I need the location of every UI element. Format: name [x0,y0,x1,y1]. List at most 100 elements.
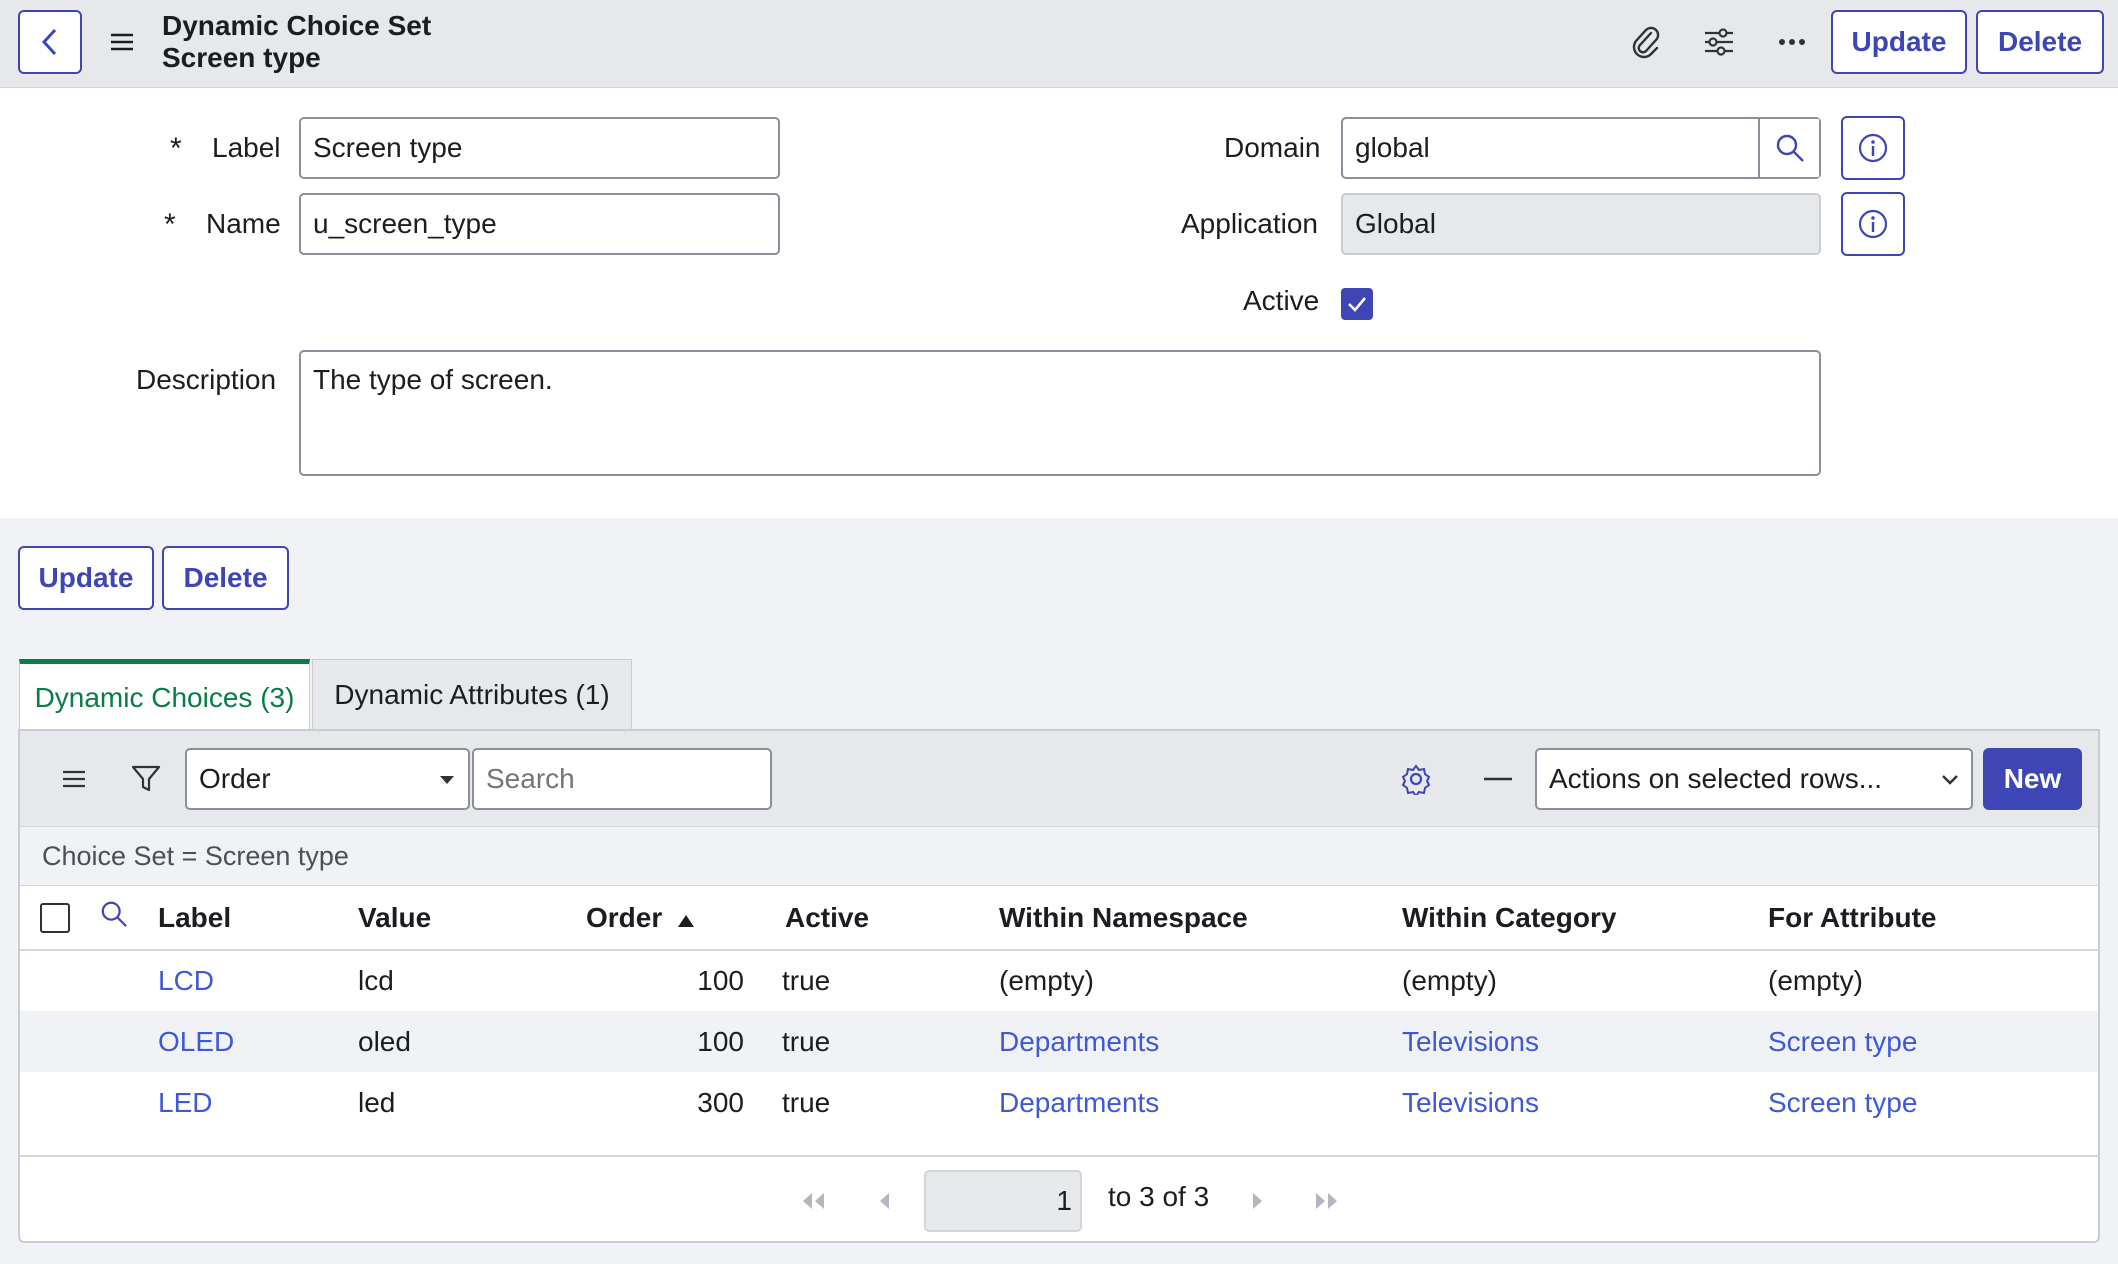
row-active: true [782,1011,999,1072]
column-header-category[interactable]: Within Category [1402,886,1768,951]
label-field-label: Label [212,132,281,163]
column-header-attribute[interactable]: For Attribute [1768,886,2098,951]
row-value: oled [358,1011,562,1072]
actions-on-selected-select[interactable]: Actions on selected rows... [1535,748,1973,810]
chevron-left-icon [41,28,57,56]
active-checkbox[interactable] [1341,288,1373,320]
list-toolbar: Order Actions on selected rows... New [20,731,2098,827]
row-value: led [358,1086,396,1118]
row-spacer-cell [70,950,158,1011]
chevron-down-icon [1942,775,1958,785]
more-options-icon[interactable] [1770,20,1814,64]
required-marker: * [170,132,182,165]
name-field-label: Name [206,208,281,239]
collapse-list-icon[interactable] [1478,759,1518,799]
search-field-select[interactable]: Order [185,748,470,810]
row-spacer-cell [70,1072,158,1133]
sort-ascending-icon [678,914,695,927]
related-list-panel: Order Actions on selected rows... New Ch… [18,729,2100,1243]
back-button[interactable] [18,10,82,74]
name-input[interactable]: u_screen_type [299,193,780,255]
filter-breadcrumb[interactable]: Choice Set = Screen type [20,827,2098,886]
search-icon [1776,134,1804,162]
row-namespace-link[interactable]: Departments [999,1011,1402,1072]
column-header-label[interactable]: Label [158,886,358,951]
checkmark-icon [1348,297,1366,312]
paperclip-icon[interactable] [1624,20,1668,64]
row-attribute-link[interactable]: Screen type [1768,1072,2098,1133]
table-header-row: Label Value Order Active Within Namespac… [20,886,2098,951]
row-select-cell [20,1011,70,1072]
record-type-title: Dynamic Choice Set [162,10,432,41]
actions-select-value: Actions on selected rows... [1549,763,1883,794]
hamburger-menu-icon[interactable] [106,26,138,58]
row-select-cell [20,1072,70,1133]
row-namespace: (empty) [999,965,1094,996]
application-info-button[interactable] [1841,192,1905,256]
row-order: 300 [697,1086,744,1118]
application-readonly-field: Global [1341,193,1821,255]
select-all-checkbox[interactable] [40,902,70,933]
row-attribute: (empty) [1768,965,1863,996]
row-namespace-link[interactable]: Departments [999,1072,1402,1133]
row-label-link[interactable]: OLED [158,1011,358,1072]
domain-input[interactable]: global [1341,117,1821,179]
label-input[interactable]: Screen type [299,117,780,179]
page-range-text: to 3 of 3 [1108,1181,1210,1212]
domain-lookup-button[interactable] [1758,119,1819,177]
description-field-label: Description [136,364,277,395]
form-delete-button[interactable]: Delete [162,546,289,610]
table-row: LCD lcd 100 true (empty) (empty) (empty) [20,950,2098,1011]
tab-dynamic-choices[interactable]: Dynamic Choices (3) [19,659,310,731]
caret-down-icon [440,776,454,784]
row-active: true [782,1086,831,1118]
application-field-label: Application [1181,208,1318,239]
first-page-icon[interactable] [794,1183,830,1219]
column-header-value[interactable]: Value [358,886,562,951]
column-header-order[interactable]: Order [562,886,782,951]
previous-page-icon[interactable] [866,1183,902,1219]
search-field-select-value: Order [199,763,271,794]
header-delete-button[interactable]: Delete [1976,10,2104,74]
row-active: true [782,965,831,996]
next-page-icon[interactable] [1240,1183,1276,1219]
description-textarea[interactable]: The type of screen. [299,350,1821,476]
filter-icon[interactable] [128,761,164,797]
row-order: 100 [562,1011,782,1072]
tab-dynamic-attributes[interactable]: Dynamic Attributes (1) [312,659,632,731]
column-header-namespace[interactable]: Within Namespace [999,886,1402,951]
required-marker: * [164,208,176,241]
domain-info-button[interactable] [1841,116,1905,180]
personalize-sliders-icon[interactable] [1697,20,1741,64]
row-value: lcd [358,965,394,996]
domain-field-label: Domain [1224,132,1321,163]
column-search-icon[interactable] [100,900,128,928]
row-label-link[interactable]: LED [158,1072,358,1133]
header-update-button[interactable]: Update [1831,10,1967,74]
related-list-table: Label Value Order Active Within Namespac… [20,886,2098,1133]
table-row: OLED oled 100 true Departments Televisio… [20,1011,2098,1072]
row-category-link[interactable]: Televisions [1402,1072,1768,1133]
column-header-order-text: Order [586,901,663,933]
table-row: LED led 300 true Departments Televisions… [20,1072,2098,1133]
info-icon [1858,133,1888,163]
new-button[interactable]: New [1983,748,2082,810]
record-display-title: Screen type [162,42,321,73]
select-all-cell [20,886,70,951]
gear-icon[interactable] [1396,759,1436,799]
list-search-input[interactable] [472,748,772,810]
row-label-link[interactable]: LCD [158,950,358,1011]
row-category-link[interactable]: Televisions [1402,1011,1768,1072]
info-icon [1858,209,1888,239]
form-header: Dynamic Choice Set Screen type Update De… [0,0,2118,88]
row-spacer-cell [70,1011,158,1072]
record-form: * Label Screen type * Name u_screen_type… [0,88,2118,518]
form-update-button[interactable]: Update [18,546,154,610]
column-header-active[interactable]: Active [782,886,999,951]
row-attribute-link[interactable]: Screen type [1768,1011,2098,1072]
list-menu-icon[interactable] [58,763,90,795]
last-page-icon[interactable] [1310,1183,1346,1219]
page-number-input[interactable]: 1 [924,1170,1082,1232]
list-pagination: 1 to 3 of 3 [20,1155,2098,1243]
row-order: 100 [697,965,744,996]
